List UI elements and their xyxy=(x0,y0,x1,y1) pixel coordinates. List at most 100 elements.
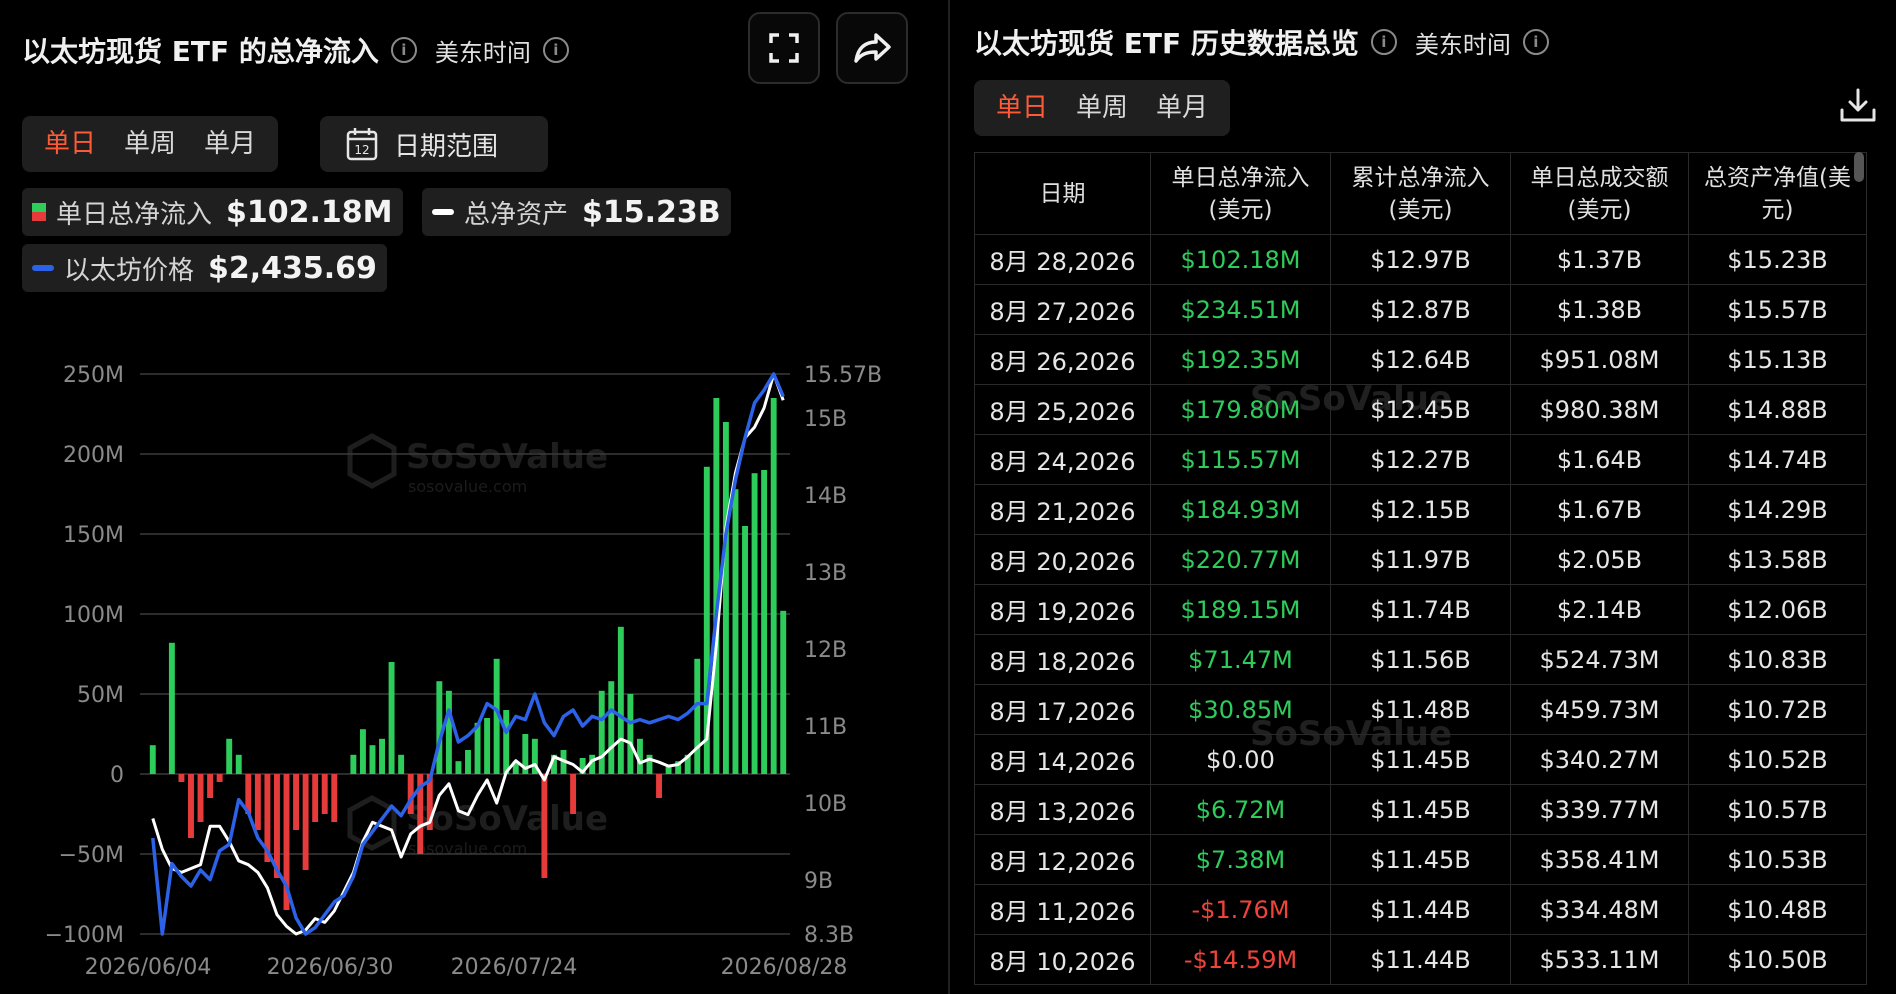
watermark-hexagon-icon xyxy=(347,433,397,489)
y-tick-label-right: 15.57B xyxy=(804,363,882,388)
cell-cumulative: $11.97B xyxy=(1330,534,1511,585)
table-row[interactable]: 8月 12,2026 $7.38M $11.45B $358.41M $10.53B xyxy=(974,834,1867,885)
cell-nav: $14.88B xyxy=(1688,384,1867,435)
cell-volume: $1.67B xyxy=(1510,484,1689,535)
y-tick-label-left: 0 xyxy=(110,763,124,788)
inflow-chart[interactable]: SoSoValuesosovalue.comSoSoValuesosovalue… xyxy=(0,340,948,994)
legend-price-value: $2,435.69 xyxy=(208,250,377,286)
price-line-swatch-icon xyxy=(32,265,54,271)
legend-price-label: 以太坊价格 xyxy=(64,255,195,286)
y-tick-label-left: 100M xyxy=(63,603,124,628)
table-row[interactable]: 8月 28,2026 $102.18M $12.97B $1.37B $15.23B xyxy=(974,234,1867,285)
cell-volume: $1.38B xyxy=(1510,284,1689,335)
cell-volume: $1.64B xyxy=(1510,434,1689,485)
info-icon[interactable]: i xyxy=(1370,29,1397,55)
table-row[interactable]: 8月 11,2026 -$1.76M $11.44B $334.48M $10.48B xyxy=(974,884,1867,935)
cell-date: 8月 18,2026 xyxy=(974,634,1151,685)
legend-assets[interactable]: 总净资产 $15.23B xyxy=(422,188,731,236)
tab-weekly[interactable]: 单周 xyxy=(110,116,190,172)
table-row[interactable]: 8月 18,2026 $71.47M $11.56B $524.73M $10.83B xyxy=(974,634,1867,685)
table-row[interactable]: 8月 17,2026 $30.85M $11.48B $459.73M $10.72B xyxy=(974,684,1867,735)
table-body: 8月 28,2026 $102.18M $12.97B $1.37B $15.23B 8月… xyxy=(974,234,1867,985)
table-row[interactable]: 8月 13,2026 $6.72M $11.45B $339.77M $10.57B xyxy=(974,784,1867,835)
x-tick-label: 2026/07/24 xyxy=(451,955,578,980)
tab-monthly[interactable]: 单月 xyxy=(1142,80,1222,136)
cell-date: 8月 24,2026 xyxy=(974,434,1151,485)
inflow-bar xyxy=(732,489,739,774)
inflow-bar xyxy=(216,774,223,782)
cell-date: 8月 10,2026 xyxy=(974,934,1151,985)
fullscreen-button[interactable] xyxy=(748,12,820,84)
tab-weekly[interactable]: 单周 xyxy=(1062,80,1142,136)
legend-inflow[interactable]: 单日总净流入 $102.18M xyxy=(22,188,403,236)
cell-date: 8月 14,2026 xyxy=(974,734,1151,785)
cell-inflow: $7.38M xyxy=(1150,834,1331,885)
inflow-bar xyxy=(742,526,748,774)
timezone-info-icon[interactable]: i xyxy=(542,37,569,63)
svg-text:12: 12 xyxy=(354,143,369,157)
table-row[interactable]: 8月 19,2026 $189.15M $11.74B $2.14B $12.06B xyxy=(974,584,1867,635)
legend-assets-label: 总净资产 xyxy=(464,199,569,230)
cell-nav: $15.23B xyxy=(1688,234,1867,285)
cell-volume: $339.77M xyxy=(1510,784,1689,835)
cell-inflow: $189.15M xyxy=(1150,584,1331,635)
cell-volume: $459.73M xyxy=(1510,684,1689,735)
fullscreen-icon xyxy=(769,33,799,63)
cell-nav: $10.52B xyxy=(1688,734,1867,785)
info-icon[interactable]: i xyxy=(390,37,417,63)
cell-cumulative: $12.45B xyxy=(1330,384,1511,435)
share-button[interactable] xyxy=(836,12,908,84)
cell-nav: $13.58B xyxy=(1688,534,1867,585)
table-scrollbar[interactable] xyxy=(1854,152,1864,182)
cell-volume: $524.73M xyxy=(1510,634,1689,685)
share-icon xyxy=(854,33,891,63)
cell-volume: $358.41M xyxy=(1510,834,1689,885)
cell-inflow: $220.77M xyxy=(1150,534,1331,585)
table-row[interactable]: 8月 26,2026 $192.35M $12.64B $951.08M $15.13B xyxy=(974,334,1867,385)
tab-monthly[interactable]: 单月 xyxy=(190,116,270,172)
inflow-bar xyxy=(780,610,787,774)
tab-daily[interactable]: 单日 xyxy=(982,80,1062,136)
inflow-bar xyxy=(694,658,701,774)
cell-date: 8月 19,2026 xyxy=(974,584,1151,635)
cell-inflow: -$1.76M xyxy=(1150,884,1331,935)
x-tick-label: 2026/06/04 xyxy=(85,955,212,980)
cell-cumulative: $11.56B xyxy=(1330,634,1511,685)
cell-volume: $2.14B xyxy=(1510,584,1689,635)
cell-date: 8月 28,2026 xyxy=(974,234,1151,285)
table-row[interactable]: 8月 24,2026 $115.57M $12.27B $1.64B $14.74B xyxy=(974,434,1867,485)
inflow-bar xyxy=(149,745,156,774)
y-tick-label-left: −100M xyxy=(45,923,124,948)
timezone-info-icon[interactable]: i xyxy=(1522,29,1549,55)
cell-cumulative: $12.15B xyxy=(1330,484,1511,535)
download-button[interactable] xyxy=(1838,86,1878,130)
cell-nav: $10.48B xyxy=(1688,884,1867,935)
chart-title: 以太坊现货 ETF 的总净流入 xyxy=(22,35,379,68)
date-range-button[interactable]: 12 日期范围 xyxy=(320,116,548,172)
cell-cumulative: $12.97B xyxy=(1330,234,1511,285)
y-tick-label-right: 9B xyxy=(804,869,833,894)
cell-inflow: $30.85M xyxy=(1150,684,1331,735)
cell-volume: $951.08M xyxy=(1510,334,1689,385)
tab-daily[interactable]: 单日 xyxy=(30,116,110,172)
inflow-bar xyxy=(207,774,214,798)
cell-cumulative: $11.48B xyxy=(1330,684,1511,735)
legend-price[interactable]: 以太坊价格 $2,435.69 xyxy=(22,244,387,292)
y-tick-label-right: 8.3B xyxy=(804,923,854,948)
table-row[interactable]: 8月 21,2026 $184.93M $12.15B $1.67B $14.29B xyxy=(974,484,1867,535)
y-tick-label-right: 11B xyxy=(804,715,847,740)
cell-inflow: $192.35M xyxy=(1150,334,1331,385)
table-row[interactable]: 8月 27,2026 $234.51M $12.87B $1.38B $15.57B xyxy=(974,284,1867,335)
inflow-bar xyxy=(751,473,758,774)
table-row[interactable]: 8月 25,2026 $179.80M $12.45B $980.38M $14.88B xyxy=(974,384,1867,435)
watermark-subtitle: sosovalue.com xyxy=(408,839,527,858)
timezone-label: 美东时间 xyxy=(1414,30,1511,59)
table-row[interactable]: 8月 20,2026 $220.77M $11.97B $2.05B $13.58B xyxy=(974,534,1867,585)
calendar-icon: 12 xyxy=(346,128,378,161)
chart-header: 以太坊现货 ETF 的总净流入 i 美东时间 i xyxy=(22,30,569,70)
inflow-bar xyxy=(226,738,233,774)
table-row[interactable]: 8月 10,2026 -$14.59M $11.44B $533.11M $10.50B xyxy=(974,934,1867,985)
cell-cumulative: $11.45B xyxy=(1330,834,1511,885)
table-row[interactable]: 8月 14,2026 $0.00 $11.45B $340.27M $10.52B xyxy=(974,734,1867,785)
cell-date: 8月 20,2026 xyxy=(974,534,1151,585)
